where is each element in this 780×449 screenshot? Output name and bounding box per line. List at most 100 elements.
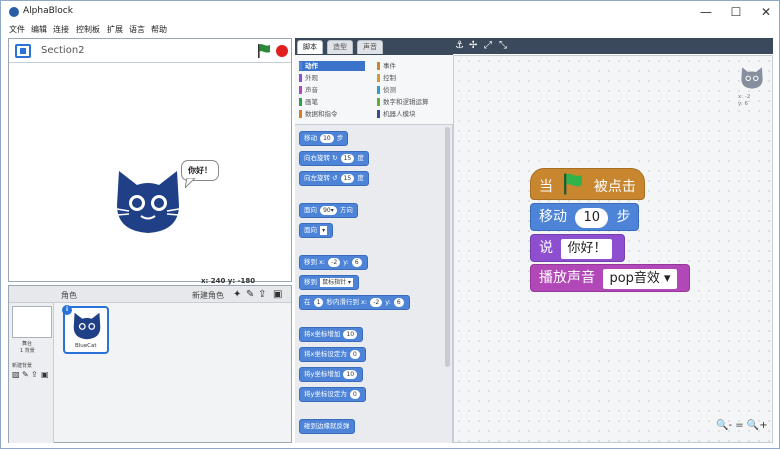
block-set-x[interactable]: 将x坐标设定为 0 [299,347,366,362]
backdrop-camera-icon[interactable]: ▣ [41,370,49,379]
script-play-sound[interactable]: 播放声音 pop音效 ▾ [530,264,690,292]
category-events[interactable]: 事件 [377,61,396,71]
block-move-steps[interactable]: 移动 10 步 [299,131,349,146]
block-input[interactable]: 1 [313,298,324,307]
stop-icon[interactable] [276,45,288,57]
block-input[interactable]: 6 [351,258,362,267]
bluecat-sprite[interactable] [113,169,183,235]
green-flag-icon[interactable] [257,43,271,59]
script-text: 步 [616,209,631,225]
block-text: 移到 [304,278,317,286]
stage-thumbnail-column: 舞台 1 背景 新建背景 ▨ ✎ ⇪ ▣ [9,303,54,443]
script-input[interactable]: 你好！ [561,239,613,259]
block-go-to-xy[interactable]: 移到 x: -2 y: 6 [299,255,368,270]
script-move-steps[interactable]: 移动 10 步 [530,203,640,231]
block-input[interactable]: 10 [320,134,334,143]
block-input[interactable]: 0 [349,350,360,359]
script-area[interactable]: 当 被点击 移动 10 步 说 你好！ 播放声音 pop音效 ▾ x: -2 y… [453,55,773,443]
tab-scripts[interactable]: 脚本 [297,40,323,54]
maximize-button[interactable]: ☐ [721,3,751,21]
backdrop-library-icon[interactable]: ▨ [12,370,20,379]
stage-panel: Section2 你好！ [8,38,292,282]
menu-connect[interactable]: 连接 [53,24,69,35]
paint-backdrop-icon[interactable]: ✎ [22,370,29,379]
menu-extensions[interactable]: 扩展 [107,24,123,35]
upload-sprite-icon[interactable]: ⇪ [258,289,266,300]
grow-icon[interactable]: ⤢ [484,40,492,51]
zoom-in-icon[interactable]: 🔍+ [747,420,768,431]
minimize-button[interactable]: — [691,3,721,21]
tab-sounds[interactable]: 声音 [357,40,383,54]
delete-icon[interactable]: ✢ [469,40,477,51]
category-sensing[interactable]: 侦测 [377,85,396,95]
menu-help[interactable]: 帮助 [151,24,167,35]
category-data[interactable]: 数据和指令 [299,109,338,119]
block-go-to[interactable]: 移到 鼠标指针 ▾ [299,275,359,290]
block-input[interactable]: 10 [343,330,358,339]
block-input[interactable]: 6 [393,298,404,307]
block-point-direction[interactable]: 面向 90▾ 方向 [299,203,358,218]
sprite-y: y: 6 [738,101,748,107]
menu-board[interactable]: 控制板 [76,24,100,35]
block-turn-right[interactable]: 向右旋转 ↻ 15 度 [299,151,369,166]
zoom-out-icon[interactable]: 🔍- [716,420,732,431]
category-sound[interactable]: 声音 [299,85,318,95]
script-say[interactable]: 说 你好！ [530,234,626,262]
block-turn-left[interactable]: 向左旋转 ↺ 15 度 [299,171,369,186]
paint-sprite-icon[interactable]: ✎ [246,289,254,300]
script-dropdown[interactable]: pop音效 ▾ [603,269,677,289]
tab-costumes[interactable]: 造型 [327,40,353,54]
sprite-name: BlueCat [75,343,97,349]
block-text: 面向 [304,226,317,234]
menu-edit[interactable]: 编辑 [31,24,47,35]
close-button[interactable]: ✕ [751,3,780,21]
block-change-x[interactable]: 将x坐标增加 10 [299,327,364,342]
sprite-tile-bluecat[interactable]: i BlueCat [62,305,109,354]
block-input[interactable]: 10 [343,370,358,379]
block-input[interactable]: 0 [349,390,360,399]
green-flag-icon [564,173,583,195]
category-pen[interactable]: 画笔 [299,97,318,107]
project-name[interactable]: Section2 [41,45,85,56]
block-text: 将x坐标设定为 [304,350,347,358]
category-motion[interactable]: 动作 [299,61,365,71]
new-sprite-label: 新建角色 [192,291,224,300]
info-icon[interactable]: i [62,305,72,315]
sprite-library-icon[interactable]: ✦ [233,289,241,300]
window-title: AlphaBlock [23,6,73,16]
block-dropdown[interactable]: 鼠标指针 ▾ [320,278,353,287]
script-input[interactable]: 10 [575,208,608,228]
block-palette: 动作 外观 声音 画笔 数据和指令 事件 控制 侦测 数字和逻辑运算 机器人模块… [295,55,453,443]
script-when-flag-clicked[interactable]: 当 被点击 [530,168,645,200]
block-input[interactable]: 15 [340,154,355,163]
mouse-coordinates: x: 240 y: -180 [201,277,256,285]
category-robot[interactable]: 机器人模块 [377,109,416,119]
upload-backdrop-icon[interactable]: ⇪ [31,370,38,379]
block-bounce[interactable]: 碰到边缘就反弹 [299,419,355,434]
category-operators[interactable]: 数字和逻辑运算 [377,97,429,107]
shrink-icon[interactable]: ⤡ [499,40,507,51]
script-text: 被点击 [593,179,636,195]
script-toolbar: ⚓ ✢ ⤢ ⤡ [453,38,773,54]
palette-scrollbar[interactable] [445,127,450,367]
duplicate-icon[interactable]: ⚓ [455,40,464,51]
block-input[interactable]: 90▾ [320,206,337,215]
block-input[interactable]: -2 [328,258,341,267]
block-set-y[interactable]: 将y坐标设定为 0 [299,387,366,402]
zoom-reset-icon[interactable]: = [735,420,743,431]
category-control[interactable]: 控制 [377,73,396,83]
block-glide[interactable]: 在 1 秒内滑行到 x: -2 y: 6 [299,295,410,310]
category-looks[interactable]: 外观 [299,73,318,83]
block-point-towards[interactable]: 面向 ▾ [299,223,334,238]
menu-language[interactable]: 语言 [129,24,145,35]
sprites-label: 角色 [61,291,77,300]
camera-icon[interactable]: ▣ [273,289,282,300]
stage-thumbnail[interactable] [12,306,52,338]
block-change-y[interactable]: 将y坐标增加 10 [299,367,364,382]
block-dropdown[interactable]: ▾ [320,226,328,235]
block-input[interactable]: -2 [370,298,383,307]
stage-canvas[interactable]: 你好！ [9,64,291,281]
menu-file[interactable]: 文件 [9,24,25,35]
block-input[interactable]: 15 [340,174,355,183]
fullscreen-icon[interactable] [15,44,31,58]
